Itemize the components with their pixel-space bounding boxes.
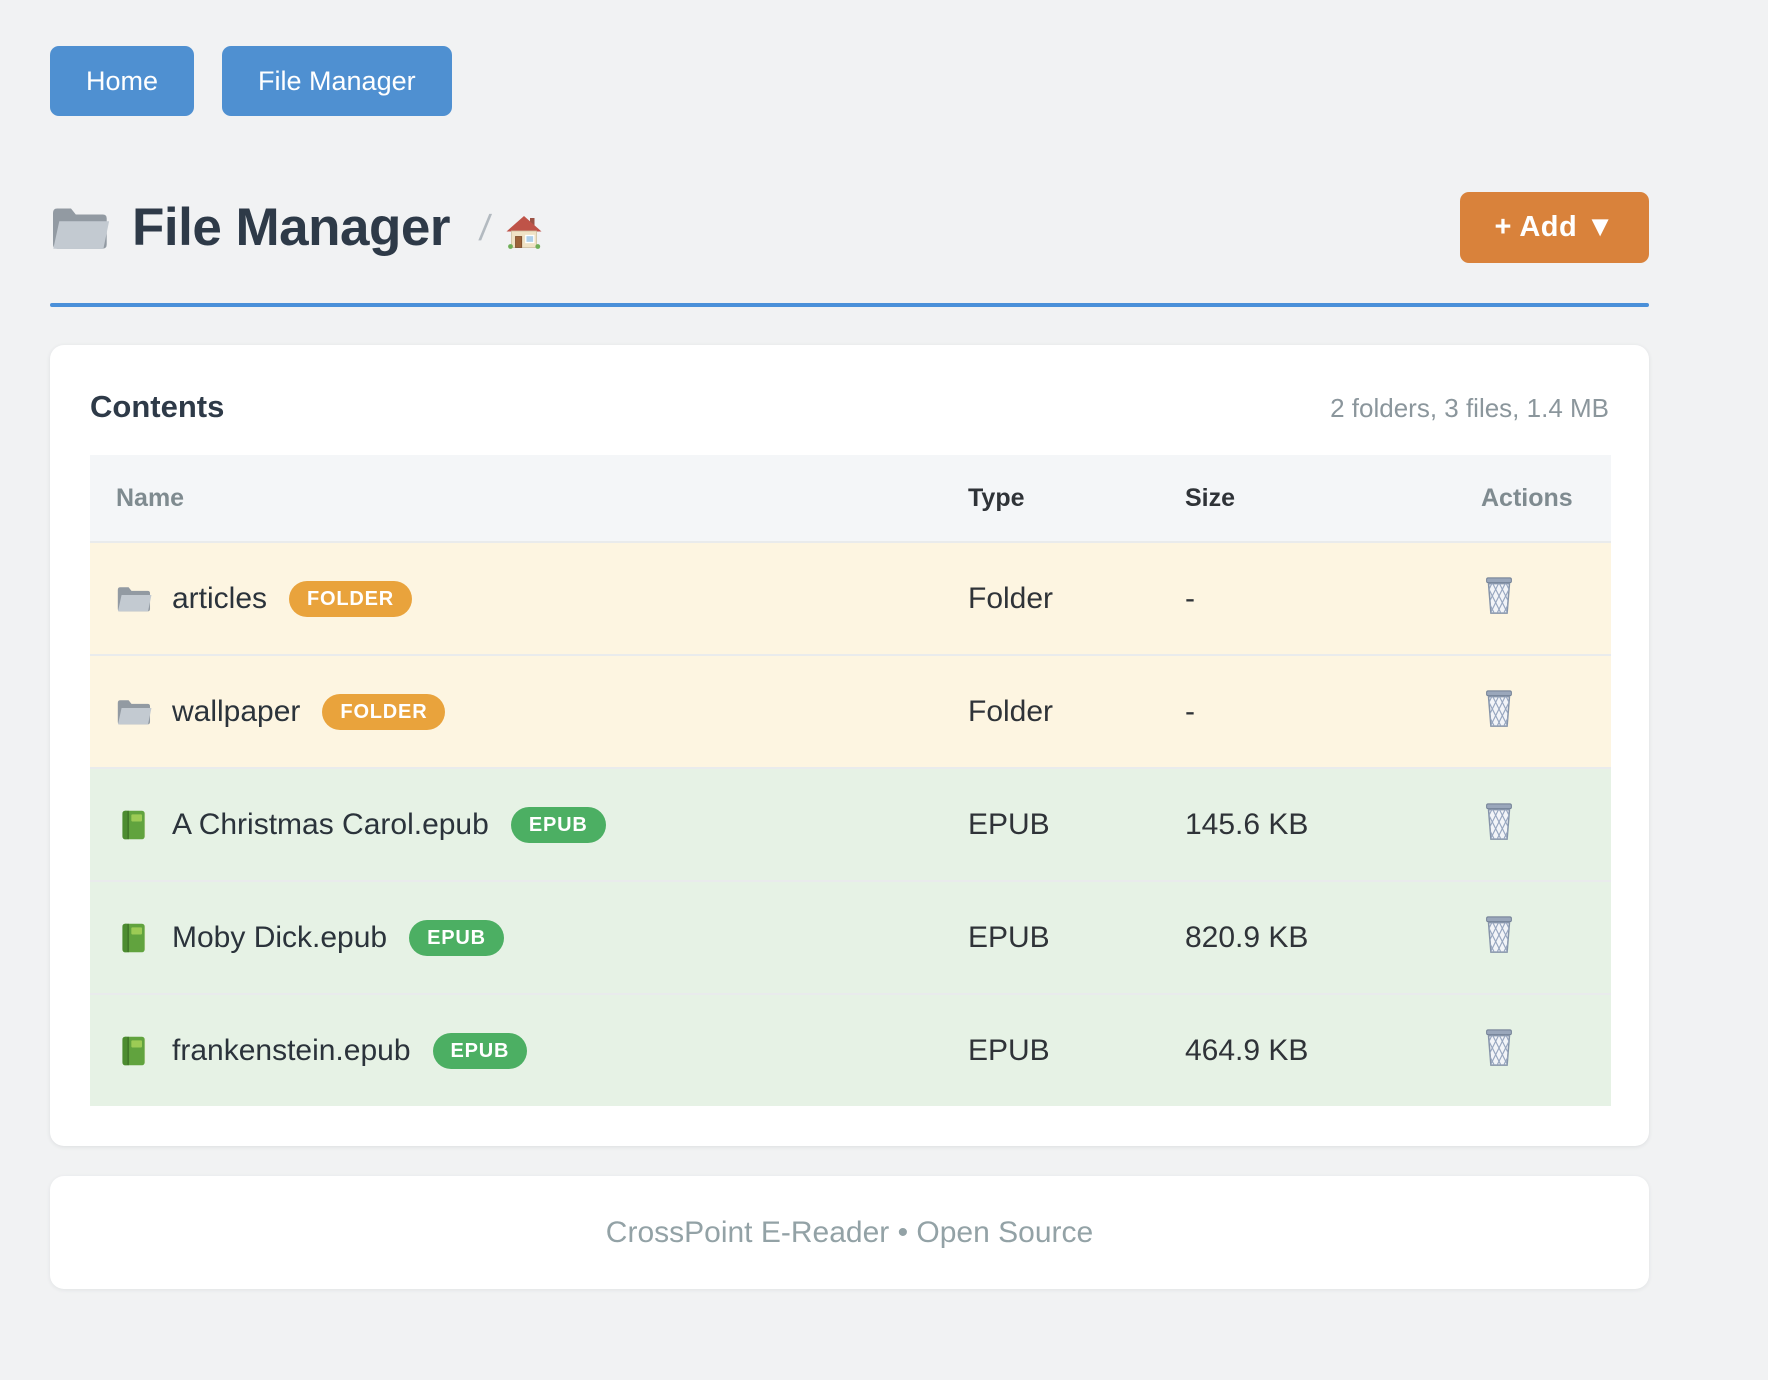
title-wrap: File Manager / bbox=[50, 197, 542, 258]
file-name-link[interactable]: articles bbox=[172, 582, 267, 616]
file-size-cell: 464.9 KB bbox=[1185, 1034, 1469, 1068]
folder-icon bbox=[116, 583, 152, 615]
table-row: A Christmas Carol.epub EPUB EPUB 145.6 K… bbox=[90, 767, 1611, 880]
contents-card-header: Contents 2 folders, 3 files, 1.4 MB bbox=[90, 389, 1609, 425]
file-name-cell: A Christmas Carol.epub EPUB bbox=[90, 807, 968, 843]
type-badge: EPUB bbox=[511, 807, 606, 843]
file-size-cell: 145.6 KB bbox=[1185, 808, 1469, 842]
house-icon[interactable] bbox=[506, 215, 542, 249]
page-header: File Manager / + Add ▼ bbox=[50, 192, 1649, 263]
file-type-cell: Folder bbox=[968, 582, 1185, 616]
table-row: wallpaper FOLDER Folder - bbox=[90, 654, 1611, 767]
contents-heading: Contents bbox=[90, 389, 224, 425]
book-icon bbox=[116, 809, 152, 841]
table-row: Moby Dick.epub EPUB EPUB 820.9 KB bbox=[90, 880, 1611, 993]
page: Home File Manager File Manager / + Add ▼… bbox=[0, 0, 1701, 1289]
file-type-cell: EPUB bbox=[968, 1034, 1185, 1068]
trash-icon bbox=[1481, 801, 1517, 841]
delete-button[interactable] bbox=[1481, 575, 1517, 615]
table-body: articles FOLDER Folder - wallpaper FOLDE… bbox=[90, 541, 1611, 1106]
file-name-cell: wallpaper FOLDER bbox=[90, 694, 968, 730]
book-icon bbox=[116, 922, 152, 954]
file-actions-cell bbox=[1469, 688, 1611, 736]
delete-button[interactable] bbox=[1481, 688, 1517, 728]
footer: CrossPoint E-Reader • Open Source bbox=[50, 1176, 1649, 1289]
folder-icon bbox=[116, 696, 152, 728]
delete-button[interactable] bbox=[1481, 801, 1517, 841]
column-header-actions: Actions bbox=[1469, 484, 1611, 513]
file-name-link[interactable]: Moby Dick.epub bbox=[172, 921, 387, 955]
trash-icon bbox=[1481, 575, 1517, 615]
contents-card: Contents 2 folders, 3 files, 1.4 MB Name… bbox=[50, 345, 1649, 1146]
trash-icon bbox=[1481, 688, 1517, 728]
folder-icon bbox=[50, 202, 110, 254]
type-badge: FOLDER bbox=[289, 581, 412, 617]
column-header-name: Name bbox=[90, 484, 968, 513]
column-header-size: Size bbox=[1185, 484, 1469, 513]
file-size-cell: - bbox=[1185, 582, 1469, 616]
type-badge: EPUB bbox=[433, 1033, 528, 1069]
footer-text: CrossPoint E-Reader • Open Source bbox=[606, 1216, 1093, 1250]
book-icon bbox=[116, 1035, 152, 1067]
top-nav: Home File Manager bbox=[50, 46, 1701, 116]
add-dropdown-button[interactable]: + Add ▼ bbox=[1460, 192, 1649, 263]
divider bbox=[50, 303, 1649, 307]
file-actions-cell bbox=[1469, 914, 1611, 962]
column-header-type: Type bbox=[968, 484, 1185, 513]
table-header-row: Name Type Size Actions bbox=[90, 455, 1611, 541]
file-size-cell: 820.9 KB bbox=[1185, 921, 1469, 955]
page-title: File Manager bbox=[132, 197, 450, 258]
file-name-link[interactable]: wallpaper bbox=[172, 695, 300, 729]
file-type-cell: EPUB bbox=[968, 921, 1185, 955]
file-name-cell: Moby Dick.epub EPUB bbox=[90, 920, 968, 956]
file-actions-cell bbox=[1469, 575, 1611, 623]
file-name-link[interactable]: A Christmas Carol.epub bbox=[172, 808, 489, 842]
table-row: articles FOLDER Folder - bbox=[90, 541, 1611, 654]
nav-home-button[interactable]: Home bbox=[50, 46, 194, 116]
file-actions-cell bbox=[1469, 801, 1611, 849]
trash-icon bbox=[1481, 1027, 1517, 1067]
delete-button[interactable] bbox=[1481, 1027, 1517, 1067]
contents-summary: 2 folders, 3 files, 1.4 MB bbox=[1330, 393, 1609, 424]
file-name-cell: frankenstein.epub EPUB bbox=[90, 1033, 968, 1069]
breadcrumb: / bbox=[477, 207, 493, 249]
type-badge: FOLDER bbox=[322, 694, 445, 730]
file-type-cell: EPUB bbox=[968, 808, 1185, 842]
file-actions-cell bbox=[1469, 1027, 1611, 1075]
trash-icon bbox=[1481, 914, 1517, 954]
type-badge: EPUB bbox=[409, 920, 504, 956]
delete-button[interactable] bbox=[1481, 914, 1517, 954]
file-name-link[interactable]: frankenstein.epub bbox=[172, 1034, 411, 1068]
file-table: Name Type Size Actions articles FOLDER F… bbox=[90, 455, 1611, 1106]
nav-file-manager-button[interactable]: File Manager bbox=[222, 46, 452, 116]
file-name-cell: articles FOLDER bbox=[90, 581, 968, 617]
file-type-cell: Folder bbox=[968, 695, 1185, 729]
table-row: frankenstein.epub EPUB EPUB 464.9 KB bbox=[90, 993, 1611, 1106]
file-size-cell: - bbox=[1185, 695, 1469, 729]
